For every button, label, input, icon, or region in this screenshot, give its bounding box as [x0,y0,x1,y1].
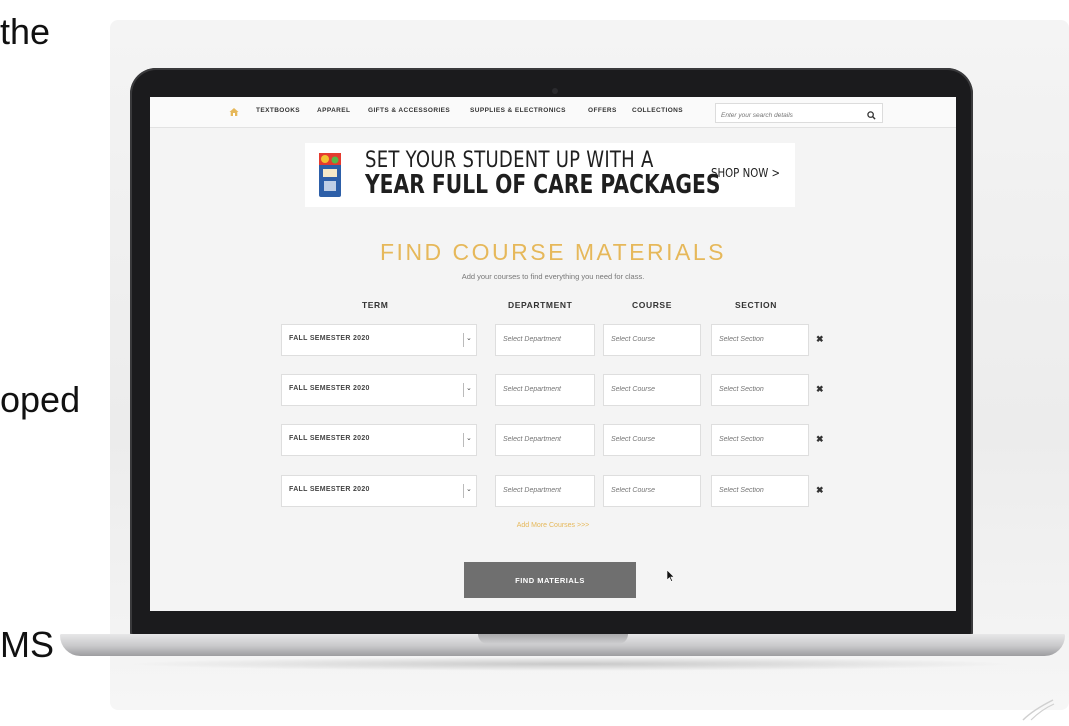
department-select [495,424,595,456]
remove-row-icon[interactable]: ✖ [816,384,824,395]
select-divider [463,333,464,347]
chevron-down-icon[interactable]: ⌄ [466,434,472,442]
section-input[interactable] [712,425,804,453]
remove-row-icon[interactable]: ✖ [816,485,824,496]
remove-row-icon[interactable]: ✖ [816,334,824,345]
laptop-shadow [120,657,1020,671]
column-header-term: TERM [362,300,389,310]
chevron-down-icon[interactable]: ⌄ [466,384,472,392]
department-input[interactable] [496,375,590,403]
section-input[interactable] [712,375,804,403]
column-header-course: COURSE [632,300,672,310]
course-row: FALL SEMESTER 2020 ⌄ ✖ [150,424,956,456]
slide-text-fragment: the [0,11,51,52]
section-input[interactable] [712,325,804,353]
term-value: FALL SEMESTER 2020 [289,435,370,442]
nav-item-supplies-electronics[interactable]: SUPPLIES & ELECTRONICS [470,107,566,114]
select-divider [463,433,464,447]
term-value: FALL SEMESTER 2020 [289,385,370,392]
chevron-down-icon[interactable]: ⌄ [466,334,472,342]
course-row: FALL SEMESTER 2020 ⌄ ✖ [150,324,956,356]
laptop-screen: TEXTBOOKS APPAREL GIFTS & ACCESSORIES SU… [150,97,956,611]
select-divider [463,484,464,498]
home-icon[interactable] [227,105,241,119]
term-select[interactable]: FALL SEMESTER 2020 ⌄ [281,475,477,507]
find-materials-button[interactable]: FIND MATERIALS [464,562,636,598]
nav-item-offers[interactable]: OFFERS [588,107,617,114]
column-header-department: DEPARTMENT [508,300,573,310]
slide-text-fragment: oped [0,379,81,420]
section-select [711,424,809,456]
magnifier-icon[interactable] [867,107,876,125]
department-input[interactable] [496,476,590,504]
shop-now-link[interactable]: SHOP NOW > [711,166,780,180]
decorative-swoosh-icon [1022,699,1055,721]
select-divider [463,383,464,397]
top-navigation: TEXTBOOKS APPAREL GIFTS & ACCESSORIES SU… [150,97,956,128]
term-select[interactable]: FALL SEMESTER 2020 ⌄ [281,374,477,406]
term-value: FALL SEMESTER 2020 [289,335,370,342]
mouse-cursor-icon [666,569,675,587]
nav-item-textbooks[interactable]: TEXTBOOKS [256,107,300,114]
course-select [603,324,701,356]
department-input[interactable] [496,325,590,353]
remove-row-icon[interactable]: ✖ [816,434,824,445]
course-row: FALL SEMESTER 2020 ⌄ ✖ [150,475,956,507]
care-package-banner[interactable]: SET YOUR STUDENT UP WITH A YEAR FULL OF … [305,143,795,207]
search-input[interactable] [716,107,861,124]
term-value: FALL SEMESTER 2020 [289,486,370,493]
course-input[interactable] [604,375,696,403]
course-select [603,424,701,456]
course-select [603,475,701,507]
course-input[interactable] [604,325,696,353]
department-input[interactable] [496,425,590,453]
term-select[interactable]: FALL SEMESTER 2020 ⌄ [281,324,477,356]
section-input[interactable] [712,476,804,504]
nav-item-collections[interactable]: COLLECTIONS [632,107,683,114]
section-select [711,475,809,507]
add-more-courses-link[interactable]: Add More Courses >>> [150,522,956,529]
nav-item-gifts-accessories[interactable]: GIFTS & ACCESSORIES [368,107,450,114]
chevron-down-icon[interactable]: ⌄ [466,485,472,493]
webcam-icon [552,88,558,94]
page-title: FIND COURSE MATERIALS [380,239,726,265]
slide-text-fragment: MS [0,624,54,665]
course-input[interactable] [604,425,696,453]
banner-subheadline: YEAR FULL OF CARE PACKAGES [365,170,721,200]
search-box [715,103,883,125]
course-select [603,374,701,406]
section-select [711,374,809,406]
page-subtitle: Add your courses to find everything you … [461,272,645,281]
department-select [495,374,595,406]
course-input[interactable] [604,476,696,504]
nav-item-apparel[interactable]: APPAREL [317,107,350,114]
care-package-box-icon [315,149,345,201]
department-select [495,324,595,356]
laptop-base-notch [478,634,628,644]
department-select [495,475,595,507]
term-select[interactable]: FALL SEMESTER 2020 ⌄ [281,424,477,456]
course-row: FALL SEMESTER 2020 ⌄ ✖ [150,374,956,406]
column-header-section: SECTION [735,300,777,310]
section-select [711,324,809,356]
